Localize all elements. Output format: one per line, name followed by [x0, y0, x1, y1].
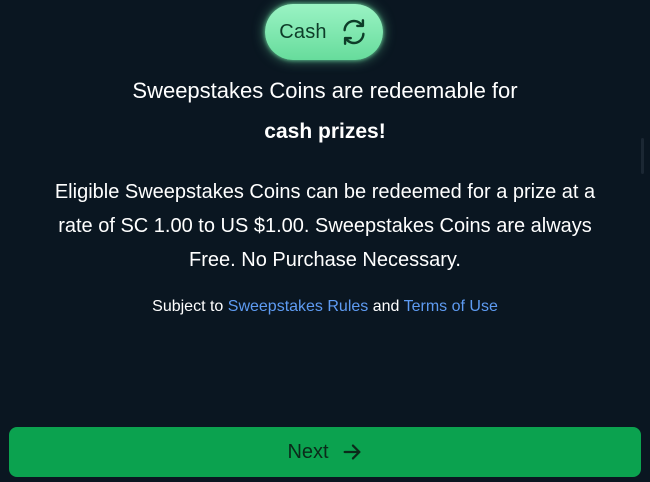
description-line: rate of SC 1.00 to US $1.00. Sweepstakes… — [58, 215, 592, 237]
description-text: Eligible Sweepstakes Coins can be redeem… — [20, 175, 630, 277]
legal-conjunction: and — [372, 298, 400, 315]
cash-toggle-label: Cash — [279, 20, 327, 43]
arrow-right-icon — [343, 444, 360, 460]
refresh-icon — [343, 19, 365, 45]
headline-emphasis: cash prizes! — [264, 120, 386, 143]
description-line: Free. No Purchase Necessary. — [189, 249, 461, 271]
sweepstakes-rules-link[interactable]: Sweepstakes Rules — [228, 298, 369, 315]
cash-toggle-button[interactable]: Cash — [265, 4, 383, 60]
description-line: Eligible Sweepstakes Coins can be redeem… — [54, 181, 596, 203]
legal-notice: Subject to Sweepstakes Rules and Terms o… — [0, 296, 650, 318]
terms-of-use-link[interactable]: Terms of Use — [404, 298, 498, 315]
next-button[interactable]: Next — [9, 427, 641, 477]
next-button-label: Next — [287, 440, 329, 463]
legal-prefix: Subject to — [152, 298, 224, 315]
sweepstakes-info-panel: Cash Sweepstakes Coins are redeemable fo… — [0, 0, 650, 482]
headline-text: Sweepstakes Coins are redeemable for — [132, 78, 518, 103]
